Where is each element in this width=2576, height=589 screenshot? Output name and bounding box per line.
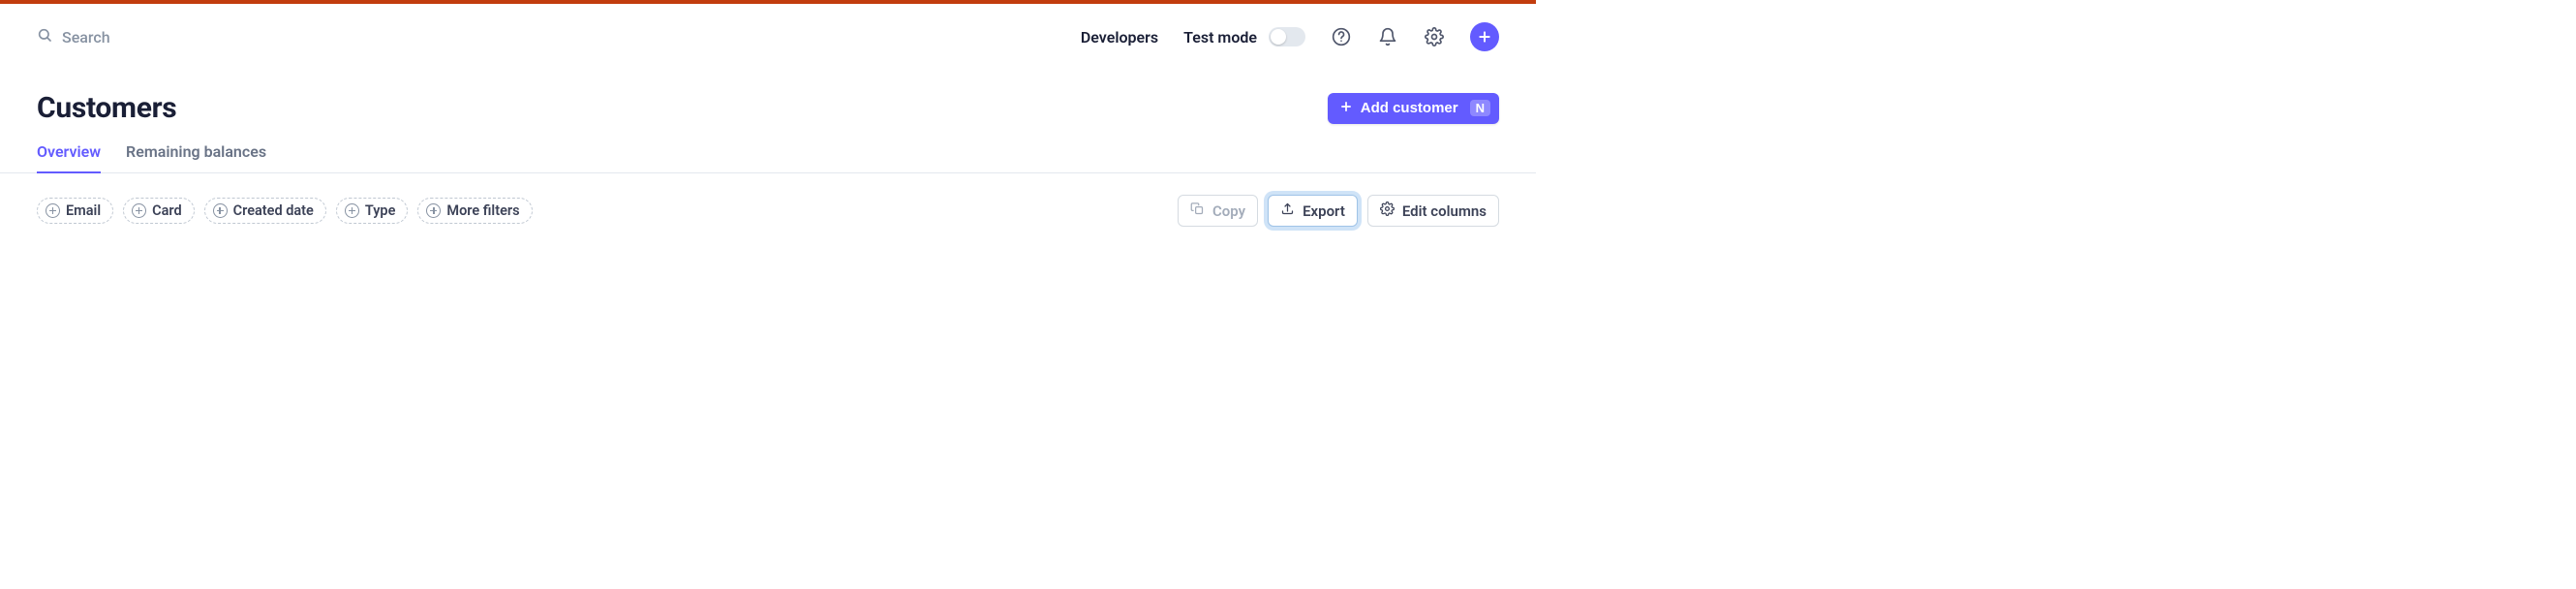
copy-icon — [1190, 202, 1205, 220]
filter-toolbar: Email Card Created date Type More filter… — [0, 173, 1536, 227]
plus-circle-icon — [46, 203, 60, 218]
page-title: Customers — [37, 91, 176, 125]
filter-email[interactable]: Email — [37, 198, 113, 224]
tab-overview[interactable]: Overview — [37, 142, 101, 172]
settings-icon[interactable] — [1424, 26, 1445, 47]
search-input[interactable]: Search — [37, 27, 110, 46]
developers-link[interactable]: Developers — [1081, 28, 1158, 46]
create-fab[interactable] — [1470, 22, 1499, 51]
plus-circle-icon — [132, 203, 146, 218]
plus-circle-icon — [345, 203, 359, 218]
filter-card[interactable]: Card — [123, 198, 195, 224]
edit-columns-button[interactable]: Edit columns — [1367, 195, 1499, 227]
filter-more[interactable]: More filters — [417, 198, 532, 224]
plus-circle-icon — [426, 203, 441, 218]
search-icon — [37, 27, 52, 46]
notifications-icon[interactable] — [1377, 26, 1398, 47]
tab-remaining-balances[interactable]: Remaining balances — [126, 142, 266, 172]
filter-created-date[interactable]: Created date — [204, 198, 326, 224]
export-button[interactable]: Export — [1268, 195, 1358, 227]
app-header: Search Developers Test mode — [0, 4, 1536, 58]
plus-circle-icon — [213, 203, 228, 218]
test-mode-group: Test mode — [1183, 27, 1305, 46]
test-mode-label: Test mode — [1183, 28, 1257, 46]
search-placeholder: Search — [62, 28, 110, 46]
tabs: Overview Remaining balances — [0, 125, 1536, 173]
gear-icon — [1380, 202, 1395, 220]
copy-button: Copy — [1178, 195, 1258, 227]
page-header: Customers Add customer N — [0, 58, 1536, 125]
header-actions: Developers Test mode — [1081, 22, 1499, 51]
help-icon[interactable] — [1331, 26, 1352, 47]
plus-icon — [1339, 100, 1353, 117]
add-customer-button[interactable]: Add customer N — [1328, 93, 1499, 124]
add-customer-shortcut: N — [1470, 100, 1490, 116]
export-icon — [1280, 202, 1295, 220]
filter-type[interactable]: Type — [336, 198, 409, 224]
add-customer-label: Add customer — [1361, 100, 1458, 116]
test-mode-toggle[interactable] — [1269, 27, 1305, 46]
